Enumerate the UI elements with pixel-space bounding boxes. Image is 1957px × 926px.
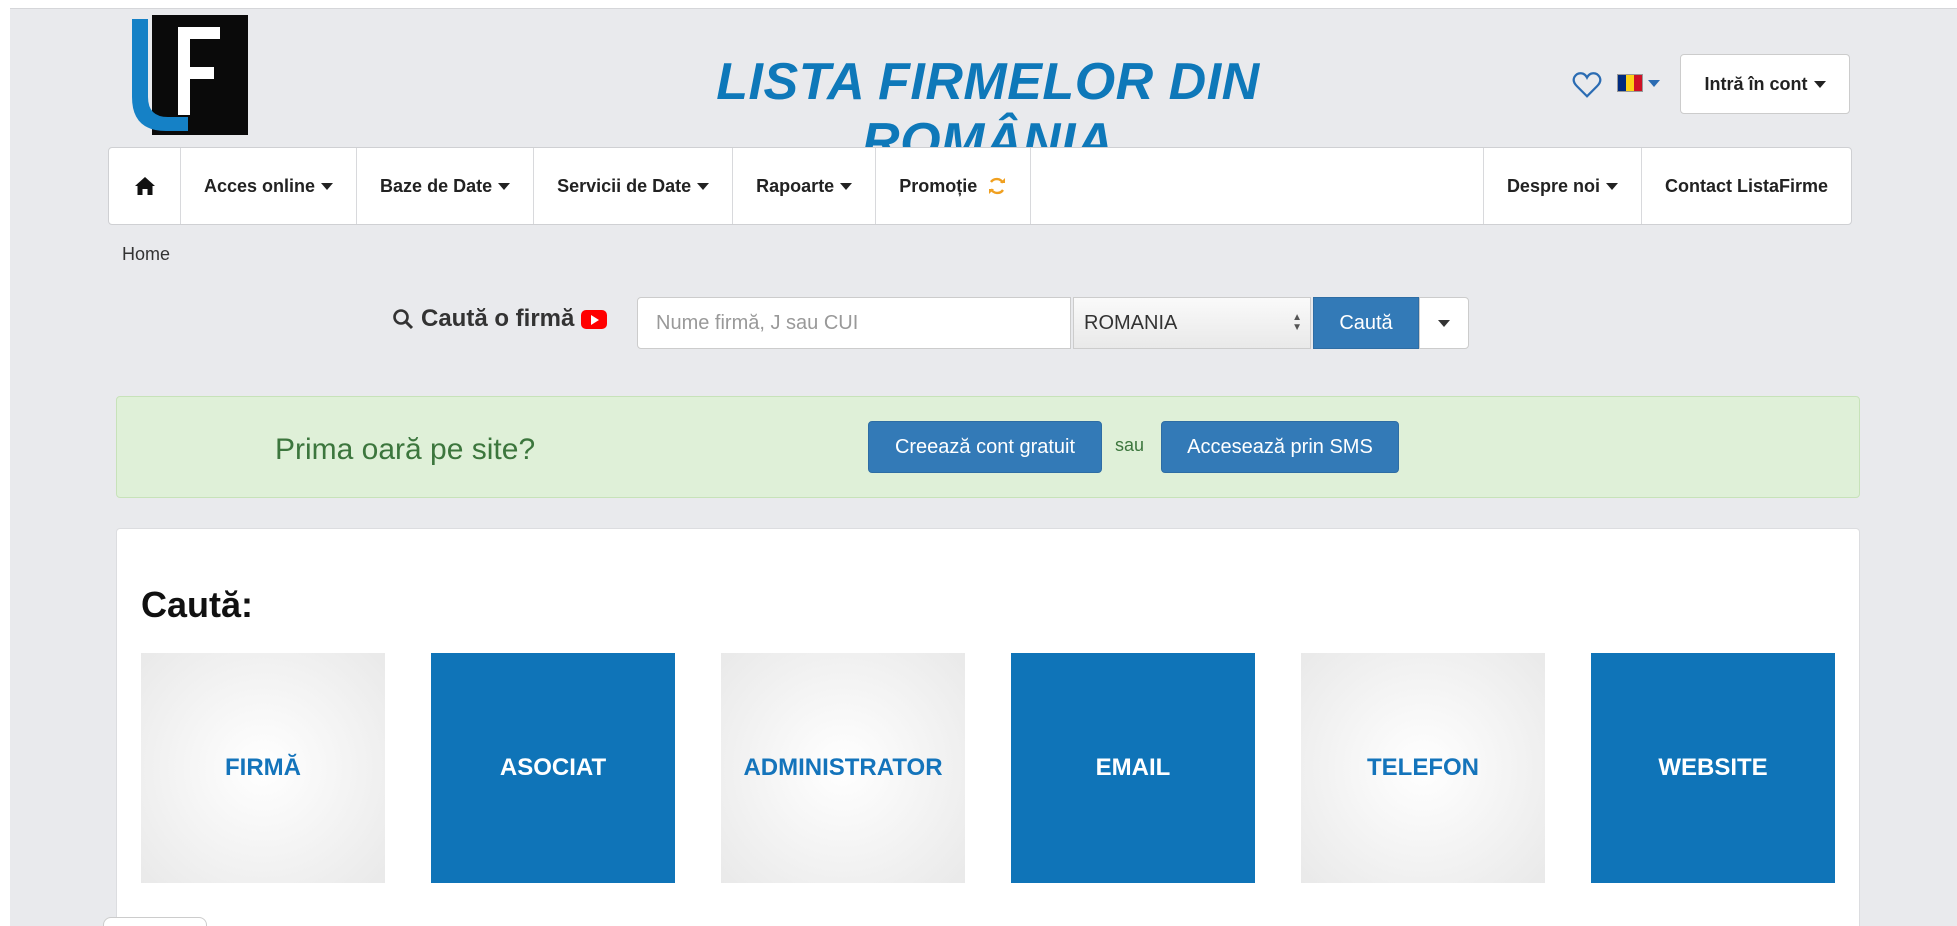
alert-or-text: sau [1115, 435, 1145, 455]
tile-administrator[interactable]: ADMINISTRATOR [721, 653, 965, 883]
nav-rapoarte[interactable]: Rapoarte [733, 148, 877, 224]
alert-text: Prima oară pe site? [275, 433, 536, 466]
search-category-panel: Caută: FIRMĂ ASOCIAT ADMINISTRATOR EMAIL… [116, 528, 1860, 926]
youtube-icon[interactable] [581, 309, 608, 329]
select-arrows-icon: ▲ ▼ [1292, 312, 1302, 333]
search-label-text: Caută o firmă [421, 305, 575, 332]
nav-label: Promoție [899, 175, 978, 196]
chevron-down-icon [840, 182, 853, 190]
panel-title: Caută: [141, 584, 254, 625]
nav-label: Acces online [204, 175, 316, 196]
country-select[interactable]: ROMANIA ▲ ▼ [1073, 297, 1311, 349]
tile-asociat[interactable]: ASOCIAT [431, 653, 675, 883]
chevron-down-icon [321, 182, 334, 190]
breadcrumb[interactable]: Home [122, 244, 170, 265]
tile-firma[interactable]: FIRMĂ [141, 653, 385, 883]
refresh-icon [989, 177, 1006, 195]
lf-logo-icon[interactable] [128, 15, 248, 135]
nav-home[interactable] [109, 148, 181, 224]
chevron-down-icon [498, 182, 511, 190]
nav-acces-online[interactable]: Acces online [181, 148, 358, 224]
nav-contact[interactable]: Contact ListaFirme [1642, 148, 1851, 224]
heart-icon[interactable] [1572, 70, 1602, 100]
nav-label: Baze de Date [380, 175, 493, 196]
tile-website[interactable]: WEBSITE [1591, 653, 1835, 883]
nav-label: Servicii de Date [557, 175, 692, 196]
nav-baze-de-date[interactable]: Baze de Date [357, 148, 535, 224]
country-value: ROMANIA [1084, 311, 1178, 334]
chevron-down-icon [1438, 319, 1450, 327]
nav-label: Despre noi [1506, 175, 1600, 196]
first-visit-alert: Prima oară pe site? Creează cont gratuit… [116, 396, 1860, 498]
nav-label: Contact ListaFirme [1664, 175, 1828, 196]
create-account-button[interactable]: Creează cont gratuit [868, 421, 1102, 473]
chevron-down-icon [1813, 80, 1826, 88]
romania-flag-icon [1617, 74, 1643, 92]
nav-label: Rapoarte [756, 175, 835, 196]
floating-tab[interactable] [103, 917, 207, 926]
tile-telefon[interactable]: TELEFON [1301, 653, 1545, 883]
language-selector[interactable] [1617, 74, 1660, 92]
tile-email[interactable]: EMAIL [1011, 653, 1255, 883]
search-icon [393, 309, 414, 330]
nav-servicii-de-date[interactable]: Servicii de Date [534, 148, 734, 224]
sms-access-button[interactable]: Accesează prin SMS [1161, 421, 1399, 473]
chevron-down-icon [1648, 79, 1660, 87]
search-tiles: FIRMĂ ASOCIAT ADMINISTRATOR EMAIL TELEFO… [141, 653, 1835, 883]
search-button[interactable]: Caută [1313, 297, 1419, 349]
search-input[interactable] [637, 297, 1071, 349]
login-button[interactable]: Intră în cont [1680, 54, 1850, 114]
home-icon [134, 177, 155, 195]
chevron-down-icon [697, 182, 710, 190]
nav-promotie[interactable]: Promoție [876, 148, 1032, 224]
login-label: Intră în cont [1704, 73, 1808, 94]
main-nav: Acces online Baze de Date Servicii de Da… [108, 147, 1852, 225]
search-label: Caută o firmă [392, 305, 608, 333]
nav-despre-noi[interactable]: Despre noi [1482, 148, 1642, 224]
chevron-down-icon [1605, 182, 1618, 190]
search-options-dropdown[interactable] [1419, 297, 1469, 349]
